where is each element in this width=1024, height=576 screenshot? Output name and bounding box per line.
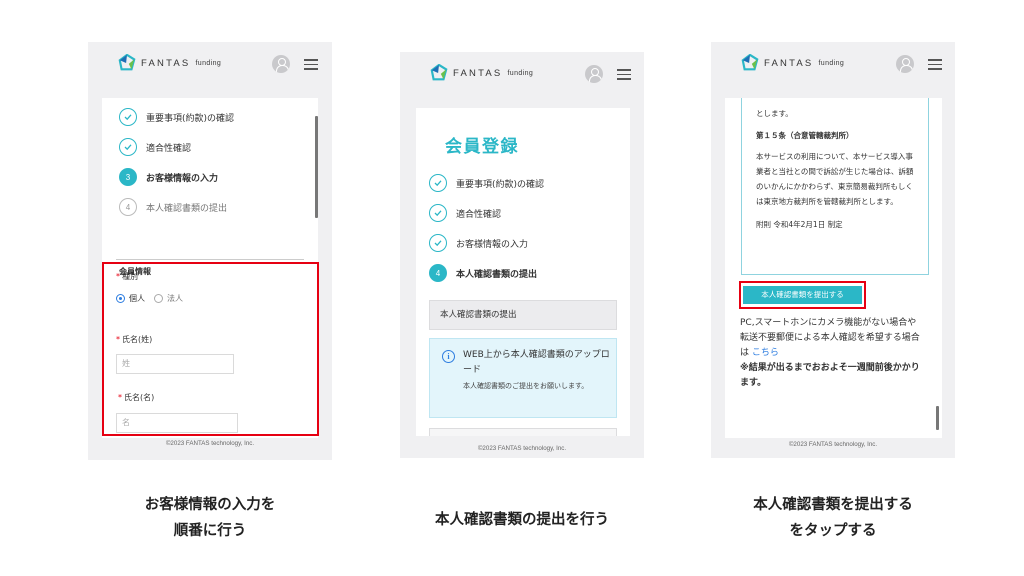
footer-copyright: ©2023 FANTAS technology, Inc. — [477, 445, 567, 452]
registration-card: とします。 第１５条（合意管轄裁判所） 本サービスの利用について、本サービス導入… — [725, 98, 942, 438]
divider — [116, 259, 304, 260]
step-list: 重要事項(約款)の確認 適合性確認 3 お客様情報の入力 4 本人確認書類の提出 — [119, 102, 234, 222]
hamburger-menu-icon[interactable] — [617, 69, 631, 80]
radio-corporate[interactable] — [154, 294, 163, 303]
type-label: * 種別 — [116, 272, 138, 281]
screen-submit: FANTAS funding とします。 第１５条（合意管轄裁判所） 本サービス… — [711, 42, 955, 458]
note-line1: PC,スマートホンにカメラ機能がない場合や — [740, 318, 917, 328]
step-label: 本人確認書類の提出 — [146, 203, 228, 214]
first-name-input[interactable]: 名 — [116, 413, 238, 433]
footer-copyright: ©2023 FANTAS technology, Inc. — [165, 440, 255, 447]
postal-link[interactable]: こちら — [752, 348, 779, 358]
step-number-badge: 4 — [429, 264, 447, 282]
step-2: 適合性確認 — [429, 198, 544, 228]
radio-individual[interactable] — [116, 294, 125, 303]
check-circle-icon — [119, 108, 137, 126]
note-bold: ※結果が出るまでおおよそ一週間前後かかります。 — [740, 363, 920, 388]
section-header: 本人確認書類の提出 — [429, 300, 617, 330]
fantas-logo-icon — [430, 64, 448, 81]
brand-name: FANTAS — [764, 57, 814, 69]
step-number-badge: 4 — [119, 198, 137, 216]
step-label: 本人確認書類の提出 — [456, 269, 538, 280]
step-label: お客様情報の入力 — [456, 239, 529, 250]
info-body: 本人確認書類のご提出をお願いします。 — [463, 382, 589, 390]
screen-id-submission: FANTAS funding 会員登録 重要事項(約款)の確認 適合性確認 お客… — [400, 52, 644, 458]
check-circle-icon — [429, 234, 447, 252]
last-name-input[interactable]: 姓 — [116, 354, 234, 374]
fantas-logo[interactable]: FANTAS funding — [118, 54, 221, 72]
scrollbar[interactable] — [315, 116, 318, 218]
scrollbar[interactable] — [936, 406, 939, 430]
app-header: FANTAS funding — [711, 42, 955, 86]
fantas-logo[interactable]: FANTAS funding — [741, 54, 844, 72]
caption-1: お客様情報の入力を 順番に行う — [144, 497, 276, 539]
article-title: 第１５条（合意管轄裁判所） — [756, 131, 854, 140]
article-body: 本サービスの利用について、本サービス導入事業者と当社との間で訴訟が生じた場合は、… — [756, 152, 914, 206]
step-label: 重要事項(約款)の確認 — [456, 179, 545, 190]
screen-customer-info: FANTAS funding 重要事項(約款)の確認 適合性確認 3 お客様情報… — [88, 42, 332, 460]
footer-copyright: ©2023 FANTAS technology, Inc. — [788, 441, 878, 448]
step-label: お客様情報の入力 — [146, 173, 219, 184]
info-icon: i — [442, 350, 455, 363]
page-title: 会員登録 — [445, 137, 519, 157]
next-section-edge — [429, 428, 617, 436]
brand-name: FANTAS — [453, 67, 503, 79]
submit-id-button[interactable]: 本人確認書類を提出する — [743, 286, 862, 304]
step-2: 適合性確認 — [119, 132, 234, 162]
fantas-logo-icon — [741, 54, 759, 71]
caption-3: 本人確認書類を提出する をタップする — [753, 497, 913, 539]
fantas-logo-icon — [118, 54, 136, 71]
brand-sub: funding — [195, 59, 222, 67]
step-1: 重要事項(約款)の確認 — [119, 102, 234, 132]
registration-card: 会員登録 重要事項(約款)の確認 適合性確認 お客様情報の入力 4 本人確認書類… — [416, 108, 630, 436]
step-4: 4 本人確認書類の提出 — [119, 192, 234, 222]
terms-scroll-box[interactable]: とします。 第１５条（合意管轄裁判所） 本サービスの利用について、本サービス導入… — [741, 98, 929, 275]
alternative-note: PC,スマートホンにカメラ機能がない場合や 転送不要郵便による本人確認を希望する… — [740, 316, 928, 391]
step-3: 3 お客様情報の入力 — [119, 162, 234, 192]
hamburger-menu-icon[interactable] — [304, 59, 318, 70]
check-circle-icon — [429, 204, 447, 222]
step-label: 重要事項(約款)の確認 — [146, 113, 235, 124]
check-circle-icon — [429, 174, 447, 192]
step-label: 適合性確認 — [146, 143, 192, 154]
step-list: 重要事項(約款)の確認 適合性確認 お客様情報の入力 4 本人確認書類の提出 — [429, 168, 544, 288]
brand-name: FANTAS — [141, 57, 191, 69]
app-header: FANTAS funding — [400, 52, 644, 96]
user-avatar-icon[interactable] — [272, 55, 290, 73]
appendix: 附則 令和4年2月1日 制定 — [756, 220, 843, 229]
brand-sub: funding — [818, 59, 845, 67]
check-circle-icon — [119, 138, 137, 156]
radio-label: 法人 — [167, 294, 183, 303]
app-header: FANTAS funding — [88, 42, 332, 86]
highlight-frame — [102, 262, 319, 436]
last-name-label: * 氏名(姓) — [116, 335, 153, 344]
fantas-logo[interactable]: FANTAS funding — [430, 64, 533, 82]
terms-text: とします。 第１５条（合意管轄裁判所） 本サービスの利用について、本サービス導入… — [756, 106, 914, 232]
hamburger-menu-icon[interactable] — [928, 59, 942, 70]
step-1: 重要事項(約款)の確認 — [429, 168, 544, 198]
step-3: お客様情報の入力 — [429, 228, 544, 258]
terms-top: とします。 — [756, 109, 793, 118]
info-title: WEB上から本人確認書類のアップロード — [463, 350, 610, 375]
user-avatar-icon[interactable] — [896, 55, 914, 73]
type-radio-group: 個人 法人 — [116, 293, 183, 304]
upload-info-box[interactable]: i WEB上から本人確認書類のアップロード 本人確認書類のご提出をお願いします。 — [429, 338, 617, 418]
brand-sub: funding — [507, 69, 534, 77]
step-4: 4 本人確認書類の提出 — [429, 258, 544, 288]
step-number-badge: 3 — [119, 168, 137, 186]
step-label: 適合性確認 — [456, 209, 502, 220]
first-name-label: * 氏名(名) — [118, 393, 155, 402]
caption-2: 本人確認書類の提出を行う — [435, 512, 609, 528]
user-avatar-icon[interactable] — [585, 65, 603, 83]
radio-label: 個人 — [129, 294, 145, 303]
